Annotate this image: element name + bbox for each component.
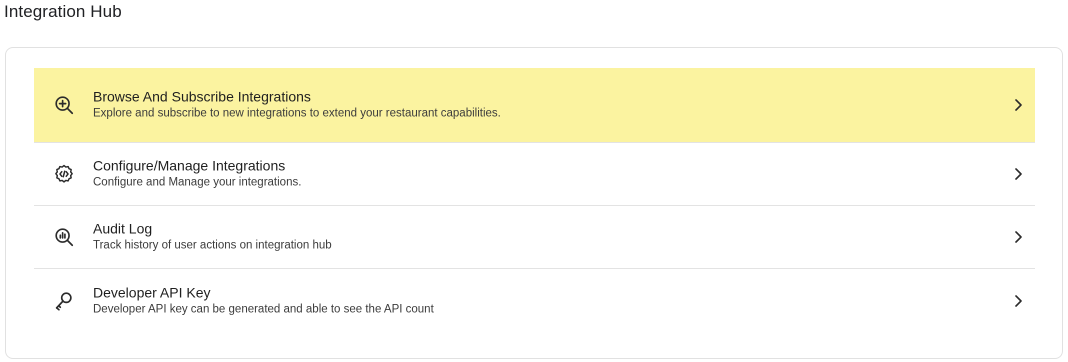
- menu-item-browse-subscribe[interactable]: Browse And Subscribe Integrations Explor…: [34, 68, 1035, 143]
- menu-item-title: Developer API Key: [93, 284, 211, 300]
- menu-item-text: Audit Log Track history of user actions …: [93, 221, 332, 254]
- key-icon: [53, 290, 75, 312]
- chevron-right-icon[interactable]: [1013, 98, 1023, 112]
- menu-item-text: Browse And Subscribe Integrations Explor…: [93, 89, 501, 122]
- menu-item-text: Developer API Key Developer API key can …: [93, 284, 434, 317]
- integration-menu-list: Browse And Subscribe Integrations Explor…: [34, 68, 1035, 332]
- menu-item-description: Developer API key can be generated and a…: [93, 303, 434, 315]
- chevron-right-icon[interactable]: [1013, 294, 1023, 308]
- menu-item-text: Configure/Manage Integrations Configure …: [93, 158, 301, 191]
- chevron-right-icon[interactable]: [1013, 167, 1023, 181]
- menu-item-developer-api-key[interactable]: Developer API Key Developer API key can …: [34, 269, 1035, 332]
- menu-item-description: Explore and subscribe to new integration…: [93, 107, 501, 120]
- menu-item-description: Configure and Manage your integrations.: [93, 176, 302, 189]
- menu-item-title: Configure/Manage Integrations: [93, 157, 286, 174]
- gear-code-icon: [53, 163, 75, 185]
- search-chart-icon: [53, 226, 75, 248]
- chevron-right-icon[interactable]: [1013, 230, 1023, 244]
- menu-item-description: Track history of user actions on integra…: [93, 239, 332, 252]
- menu-item-title: Audit Log: [93, 220, 153, 237]
- menu-item-title: Browse And Subscribe Integrations: [93, 88, 311, 105]
- zoom-in-icon: [53, 94, 75, 116]
- menu-item-audit-log[interactable]: Audit Log Track history of user actions …: [34, 206, 1035, 269]
- menu-item-configure-manage[interactable]: Configure/Manage Integrations Configure …: [34, 143, 1035, 206]
- integration-menu-card: Browse And Subscribe Integrations Explor…: [5, 47, 1063, 359]
- page-title: Integration Hub: [4, 2, 122, 21]
